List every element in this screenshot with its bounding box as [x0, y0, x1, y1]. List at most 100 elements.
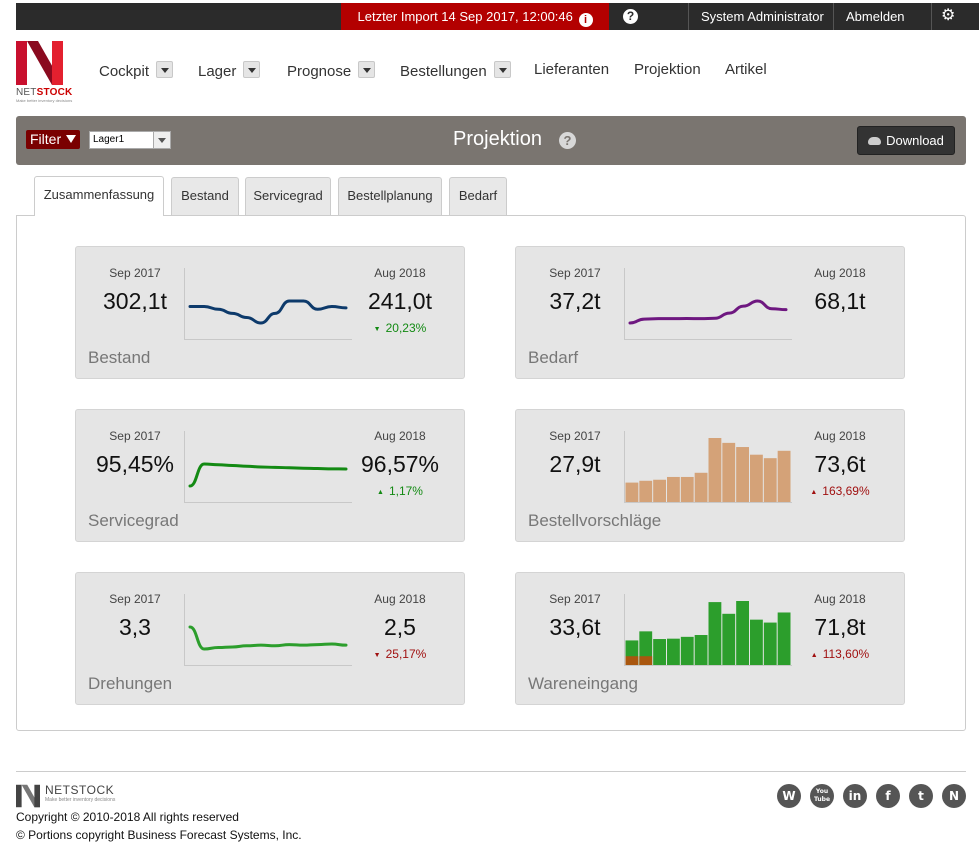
delta-badge: ▲ 163,69% — [792, 484, 888, 498]
nav-item-4[interactable]: Lieferanten — [534, 61, 609, 81]
bar — [639, 480, 653, 502]
start-value: 3,3 — [119, 614, 151, 640]
user-menu[interactable]: System Administrator — [701, 3, 824, 30]
portions-text: © Portions copyright Business Forecast S… — [16, 828, 302, 842]
footer-divider — [16, 771, 966, 772]
caret-down-icon — [66, 135, 77, 143]
logo-wordmark: NETSTOCK — [16, 87, 73, 98]
chevron-down-icon[interactable] — [243, 61, 261, 78]
warehouse-select[interactable]: Lager1 — [89, 131, 171, 149]
kpi-name: Bestand — [88, 348, 151, 367]
last-import-text: Letzter Import 14 Sep 2017, 12:00:46 — [357, 9, 573, 24]
arrow-down-icon: ▼ — [373, 326, 381, 333]
nav-item-label: Lager — [198, 63, 237, 80]
nav-item-0[interactable]: Cockpit — [99, 61, 174, 81]
kpi-card[interactable]: Sep 2017 95,45% Aug 2018 96,57% ▲ 1,17% Servic… — [75, 409, 465, 542]
kpi-card[interactable]: Sep 2017 27,9t Aug 2018 73,6t ▲ 163,69% Bestel… — [515, 409, 905, 542]
series-line — [188, 625, 348, 651]
end-date: Aug 2018 — [814, 592, 866, 606]
divider — [833, 3, 834, 30]
bar — [750, 454, 763, 502]
chevron-down-icon[interactable] — [156, 61, 174, 78]
end-value: 2,5 — [384, 614, 416, 640]
bar — [708, 438, 722, 502]
netstock-icon[interactable]: N — [942, 784, 966, 808]
download-button[interactable]: Download — [857, 126, 955, 155]
nav-item-label: Cockpit — [99, 63, 150, 80]
cloud-download-icon — [868, 137, 882, 145]
logo-tagline: Make better inventory decisions — [16, 98, 73, 103]
start-date: Sep 2017 — [109, 592, 161, 606]
series-line — [188, 462, 348, 488]
bar — [625, 482, 639, 502]
nav-item-6[interactable]: Artikel — [725, 61, 767, 81]
kpi-name: Wareneingang — [528, 674, 638, 693]
tab-0[interactable]: Zusammenfassung — [34, 176, 164, 216]
kpi-card[interactable]: Sep 2017 37,2t Aug 2018 68,1t Bedarf — [515, 246, 905, 379]
filter-button[interactable]: Filter — [26, 130, 80, 149]
logo-n-icon — [16, 784, 40, 808]
delta-badge: ▲ 1,17% — [352, 484, 448, 498]
arrow-up-icon: ▲ — [810, 652, 818, 659]
tab-3[interactable]: Bestellplanung — [338, 177, 442, 215]
bar — [667, 476, 680, 502]
bar — [680, 636, 694, 665]
kpi-name: Drehungen — [88, 674, 173, 693]
bar-secondary — [639, 656, 653, 665]
linkedin-icon[interactable]: in — [843, 784, 867, 808]
bar — [763, 622, 777, 665]
help-icon[interactable]: ? — [559, 132, 576, 149]
logout-link[interactable]: Abmelden — [846, 3, 905, 30]
gear-icon[interactable]: ⚙ — [941, 8, 957, 24]
nav-item-label: Lieferanten — [534, 61, 610, 78]
youtube-icon[interactable]: You Tube — [810, 784, 834, 808]
facebook-icon[interactable]: f — [876, 784, 900, 808]
chevron-down-icon[interactable] — [493, 61, 511, 78]
nav-item-label: Prognose — [287, 63, 352, 80]
chevron-down-icon[interactable] — [358, 61, 376, 78]
top-bar: Letzter Import 14 Sep 2017, 12:00:46 i ?… — [16, 3, 979, 30]
kpi-card[interactable]: Sep 2017 33,6t Aug 2018 71,8t ▲ 113,60% Warene… — [515, 572, 905, 705]
delta-value: 25,17% — [385, 647, 427, 661]
footer-wordmark: NETSTOCK — [45, 783, 115, 797]
nav-item-5[interactable]: Projektion — [634, 61, 701, 81]
start-date: Sep 2017 — [549, 429, 601, 443]
sparkline-chart — [184, 431, 352, 503]
nav-item-3[interactable]: Bestellungen — [400, 61, 511, 81]
tab-2[interactable]: Servicegrad — [245, 177, 331, 215]
end-date: Aug 2018 — [814, 429, 866, 443]
kpi-name: Bedarf — [528, 348, 579, 367]
tab-4[interactable]: Bedarf — [449, 177, 507, 215]
start-value: 27,9t — [549, 451, 601, 477]
help-icon[interactable]: ? — [623, 9, 638, 24]
end-date: Aug 2018 — [374, 429, 426, 443]
delta-value: 113,60% — [822, 647, 870, 661]
end-date: Aug 2018 — [374, 266, 426, 280]
delta-badge: ▼ 25,17% — [352, 647, 448, 661]
nav-item-1[interactable]: Lager — [198, 61, 261, 81]
footer-tagline: Make better inventory decisions — [45, 797, 116, 803]
bar-secondary — [625, 656, 639, 665]
end-value: 71,8t — [814, 614, 866, 640]
start-value: 95,45% — [95, 451, 174, 477]
start-date: Sep 2017 — [549, 266, 601, 280]
bar — [750, 619, 763, 665]
logo-n-icon — [16, 41, 63, 85]
nav-item-label: Projektion — [634, 61, 701, 78]
divider — [931, 3, 932, 30]
bar — [722, 442, 736, 502]
nav-item-2[interactable]: Prognose — [287, 61, 376, 81]
info-icon[interactable]: i — [578, 13, 593, 27]
twitter-icon[interactable]: t — [909, 784, 933, 808]
netstock-logo[interactable]: NETSTOCK Make better inventory decisions — [16, 41, 72, 103]
kpi-card[interactable]: Sep 2017 302,1t Aug 2018 241,0t ▼ 20,23% Besta… — [75, 246, 465, 379]
kpi-card[interactable]: Sep 2017 3,3 Aug 2018 2,5 ▼ 25,17% Drehungen — [75, 572, 465, 705]
bar — [777, 612, 791, 665]
last-import-banner: Letzter Import 14 Sep 2017, 12:00:46 i — [341, 3, 609, 30]
kpi-name: Bestellvorschläge — [528, 511, 662, 530]
footer-logo: NETSTOCK Make better inventory decisions — [16, 783, 116, 809]
sparkline-chart — [624, 594, 792, 666]
wordpress-icon[interactable]: W — [777, 784, 801, 808]
tab-1[interactable]: Bestand — [171, 177, 239, 215]
series-line — [188, 299, 348, 325]
